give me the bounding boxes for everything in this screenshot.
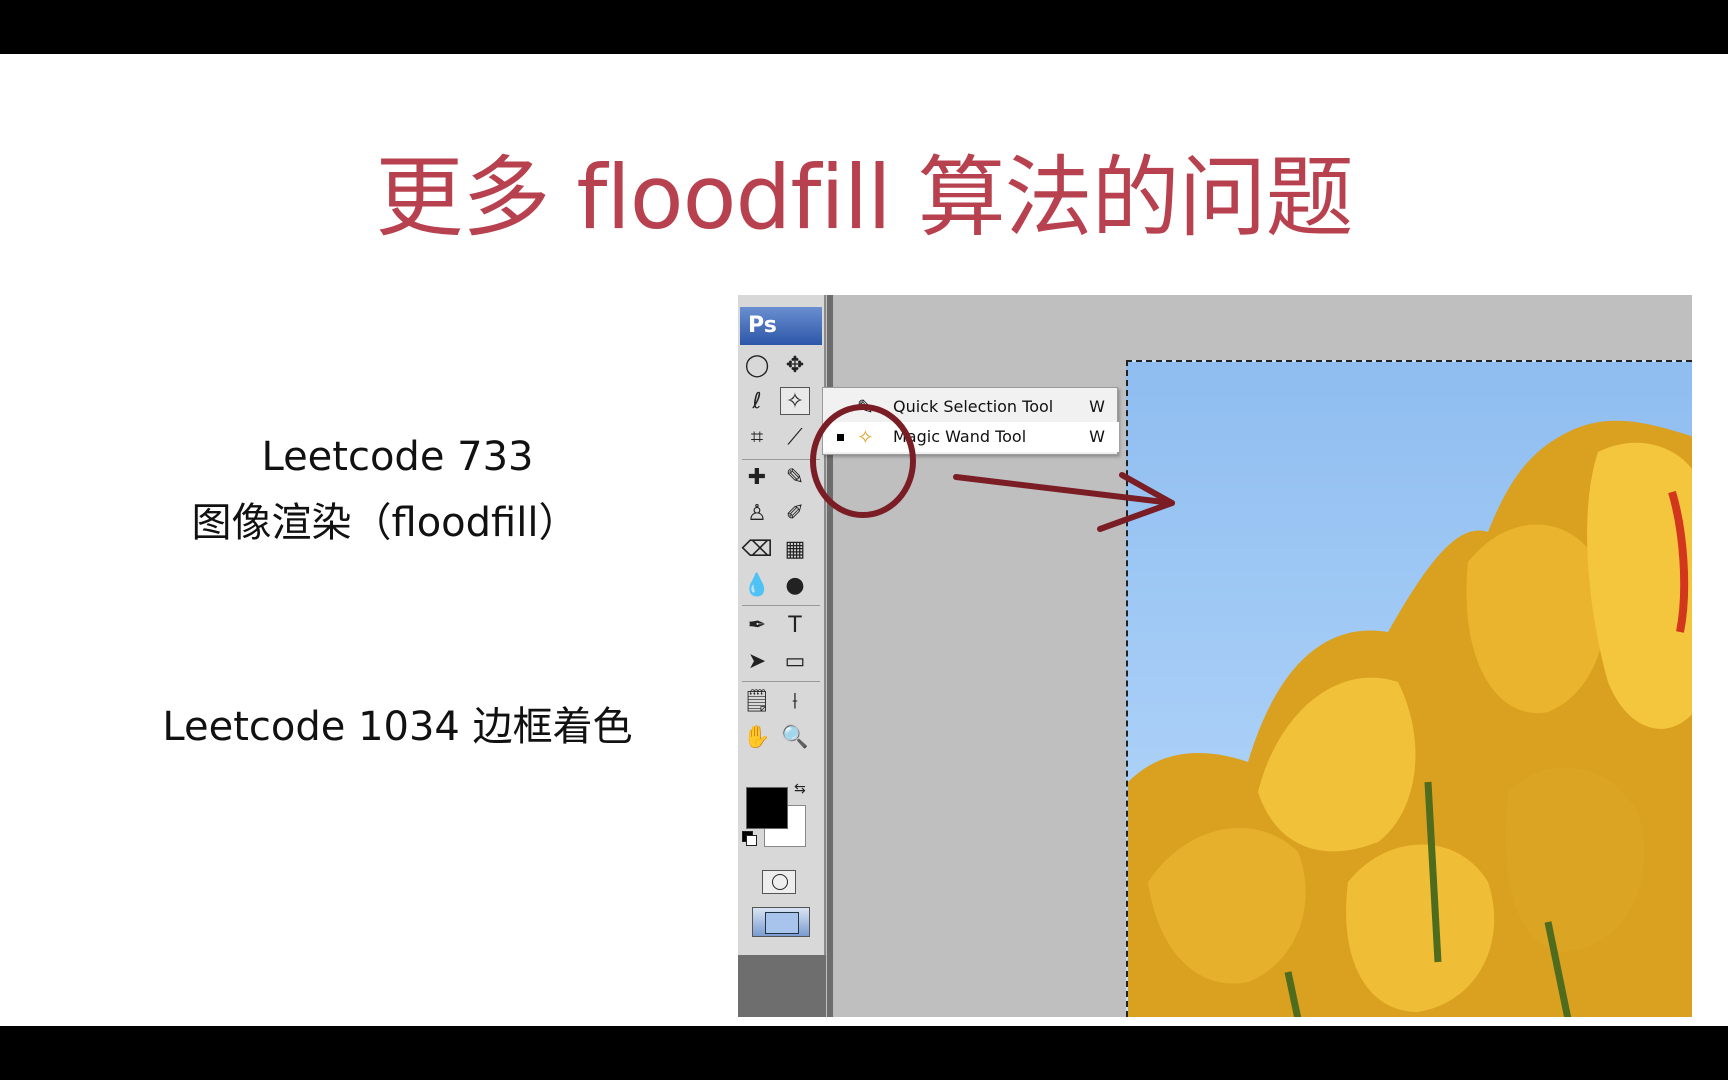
photoshop-screenshot: Ps ◯ ✥ ℓ ✧ ⌗ ⟋ ✚ ✎ ♙ ✐ ⌫ ▦ 💧 ● ✒ T ➤ ▭ 🗒… [738,295,1692,1017]
highlight-circle [810,404,916,518]
letterbox-top [0,0,1728,54]
problem-733-subtitle: 图像渲染（floodfill） [191,500,579,546]
letterbox-bottom [0,1026,1728,1080]
annotation-arrow [953,474,1175,506]
problem-1034-title: Leetcode 1034 边框着色 [162,704,633,750]
slide: 更多 floodfill 算法的问题 Leetcode 733 图像渲染（flo… [0,54,1728,1026]
annotation-overlay [810,404,1175,532]
problem-733-title: Leetcode 733 [261,434,534,480]
slide-title: 更多 floodfill 算法的问题 [375,146,1353,249]
